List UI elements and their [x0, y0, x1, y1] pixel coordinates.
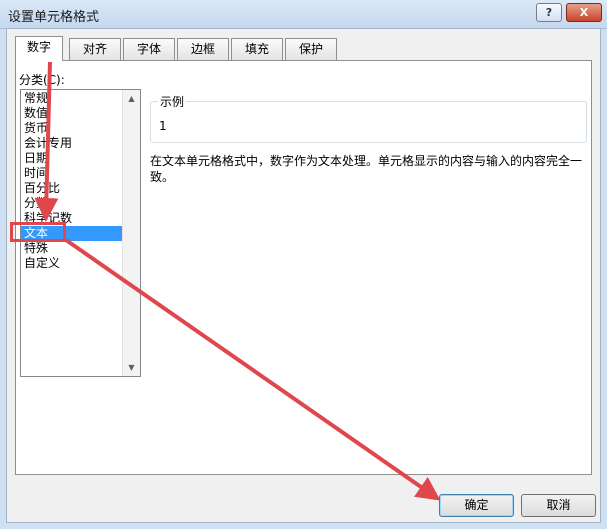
number-tab-panel: 分类(C): 常规 数值 货币 会计专用 日期 时间 百分比 分数 科学记数 文… — [15, 60, 592, 475]
ok-button[interactable]: 确定 — [439, 494, 514, 517]
close-button[interactable]: X — [566, 3, 602, 22]
scroll-up-icon[interactable]: ▲ — [123, 90, 140, 107]
tab-font[interactable]: 字体 — [123, 38, 175, 60]
category-item-text[interactable]: 文本 — [21, 226, 123, 241]
tab-border[interactable]: 边框 — [177, 38, 229, 60]
category-item-accounting[interactable]: 会计专用 — [21, 136, 123, 151]
tab-fill[interactable]: 填充 — [231, 38, 283, 60]
help-button[interactable]: ? — [536, 3, 562, 22]
category-item-fraction[interactable]: 分数 — [21, 196, 123, 211]
category-item-special[interactable]: 特殊 — [21, 241, 123, 256]
format-description: 在文本单元格格式中，数字作为文本处理。单元格显示的内容与输入的内容完全一致。 — [150, 154, 583, 184]
format-cells-dialog: 数字 对齐 字体 边框 填充 保护 分类(C): 常规 数值 货币 会计专用 日… — [6, 28, 601, 523]
category-item-custom[interactable]: 自定义 — [21, 256, 123, 271]
tab-protection[interactable]: 保护 — [285, 38, 337, 60]
scroll-down-icon[interactable]: ▼ — [123, 359, 140, 376]
category-item-scientific[interactable]: 科学记数 — [21, 211, 123, 226]
category-listbox[interactable]: 常规 数值 货币 会计专用 日期 时间 百分比 分数 科学记数 文本 特殊 自定… — [20, 89, 141, 377]
sample-group: 示例 1 — [150, 93, 587, 143]
tab-alignment[interactable]: 对齐 — [69, 38, 121, 60]
category-item-percentage[interactable]: 百分比 — [21, 181, 123, 196]
category-item-time[interactable]: 时间 — [21, 166, 123, 181]
sample-value: 1 — [159, 119, 167, 133]
category-scrollbar[interactable]: ▲ ▼ — [122, 90, 140, 376]
sample-legend: 示例 — [158, 93, 187, 110]
category-item-general[interactable]: 常规 — [21, 91, 123, 106]
tab-number[interactable]: 数字 — [15, 36, 63, 61]
category-item-date[interactable]: 日期 — [21, 151, 123, 166]
title-bar: 设置单元格格式 ? X — [0, 0, 607, 29]
category-item-currency[interactable]: 货币 — [21, 121, 123, 136]
category-item-number[interactable]: 数值 — [21, 106, 123, 121]
window-title: 设置单元格格式 — [8, 10, 100, 25]
category-label: 分类(C): — [19, 73, 65, 87]
cancel-button[interactable]: 取消 — [521, 494, 596, 517]
